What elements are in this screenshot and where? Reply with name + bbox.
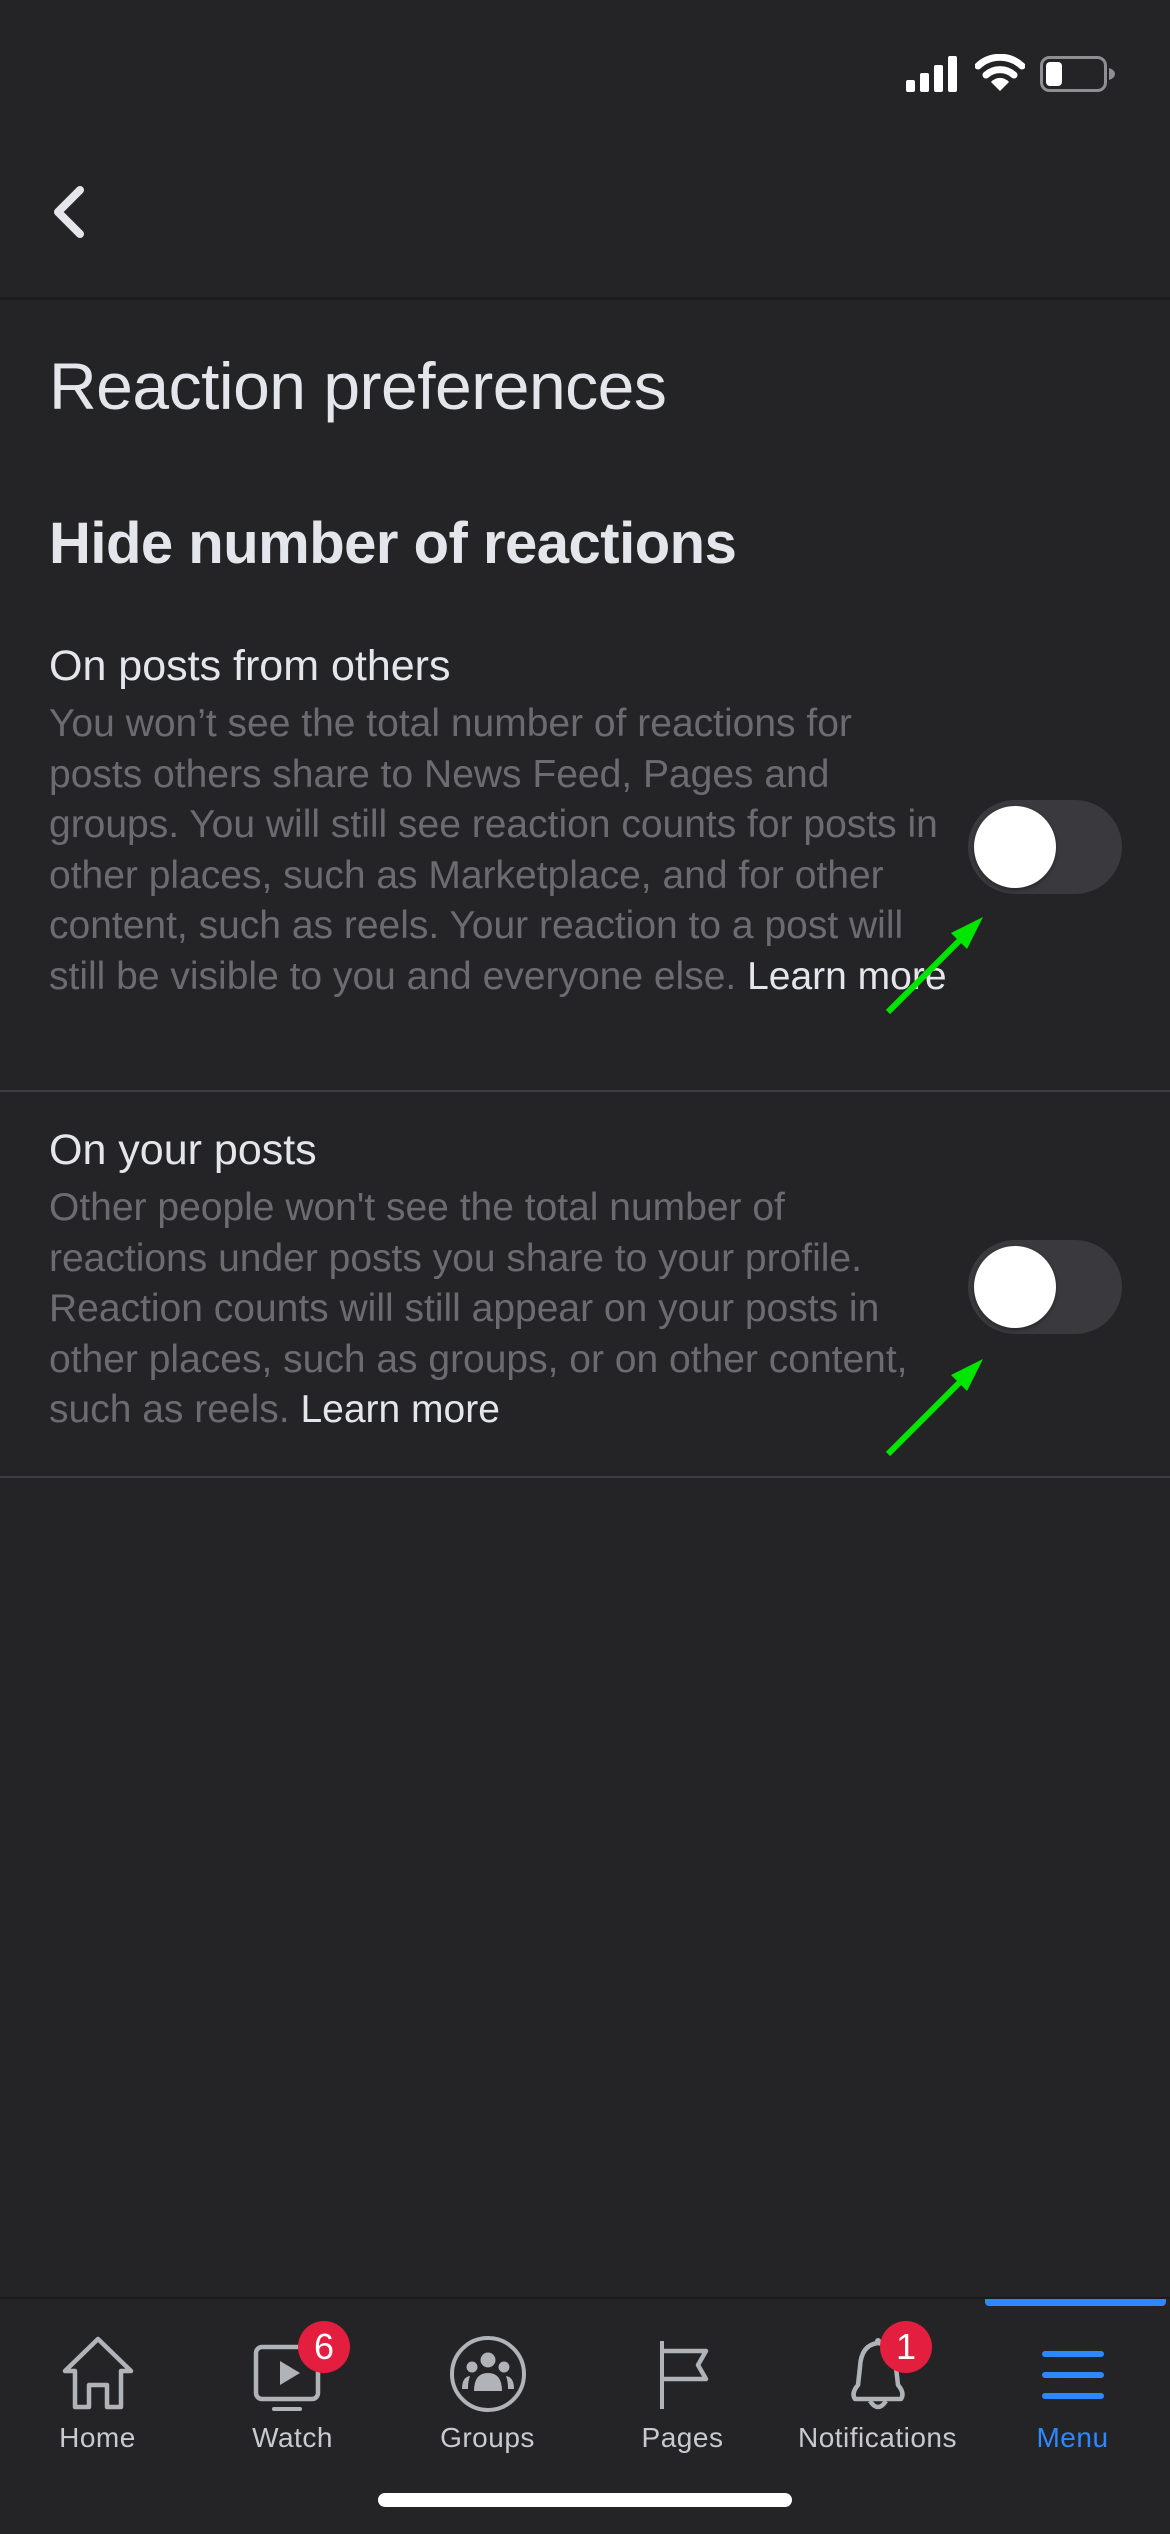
navigation-bar (0, 140, 1170, 300)
back-button[interactable] (40, 182, 100, 242)
tab-home[interactable]: Home (0, 2299, 195, 2459)
tab-label: Home (59, 2422, 136, 2453)
page-title: Reaction preferences (49, 349, 667, 423)
groups-icon (449, 2336, 526, 2412)
flag-icon (659, 2341, 708, 2409)
tab-label: Pages (641, 2422, 724, 2453)
tab-label: Watch (252, 2422, 333, 2453)
home-icon (62, 2336, 133, 2410)
tab-pages[interactable]: Pages (585, 2299, 780, 2459)
tab-label: Menu (1036, 2422, 1109, 2453)
setting-description: You won’t see the total number of reacti… (49, 699, 949, 1002)
setting-title: On posts from others (49, 642, 451, 690)
toggle-hide-reactions-yours[interactable] (968, 1240, 1122, 1334)
hamburger-menu-icon (1041, 2351, 1104, 2399)
toggle-knob (974, 806, 1056, 888)
tab-notifications[interactable]: 1 Notifications (780, 2299, 975, 2459)
tab-menu[interactable]: Menu (975, 2299, 1170, 2459)
setting-your-posts: On your posts Other people won't see the… (0, 1092, 1170, 1478)
toggle-hide-reactions-others[interactable] (968, 800, 1122, 894)
toggle-knob (974, 1246, 1056, 1328)
setting-title: On your posts (49, 1126, 317, 1174)
setting-description: Other people won't see the total number … (49, 1183, 949, 1436)
status-bar (0, 0, 1170, 140)
learn-more-link[interactable]: Learn more (747, 955, 946, 998)
notification-badge: 6 (298, 2321, 350, 2373)
active-tab-indicator (985, 2299, 1166, 2306)
tab-watch[interactable]: 6 Watch (195, 2299, 390, 2459)
chevron-left-icon (54, 186, 84, 238)
notification-badge: 1 (880, 2321, 932, 2373)
learn-more-link[interactable]: Learn more (300, 1388, 499, 1431)
battery-icon (1040, 56, 1115, 92)
tab-groups[interactable]: Groups (390, 2299, 585, 2459)
cellular-signal-icon (906, 56, 957, 92)
home-indicator[interactable] (378, 2493, 792, 2507)
tab-label: Groups (440, 2422, 535, 2453)
wifi-icon (975, 54, 1025, 91)
section-title: Hide number of reactions (49, 511, 737, 576)
tab-label: Notifications (797, 2422, 957, 2453)
setting-posts-from-others: On posts from others You won’t see the t… (0, 630, 1170, 1092)
description-text: You won’t see the total number of reacti… (49, 702, 938, 998)
